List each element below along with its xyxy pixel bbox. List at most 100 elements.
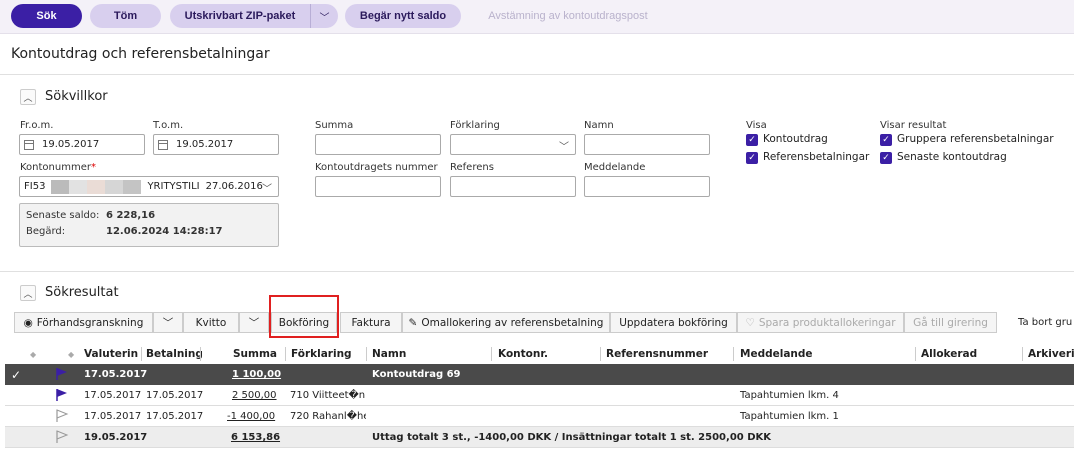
requested-value: 12.06.2024 14:28:17 [106, 226, 223, 237]
amount-input[interactable] [315, 134, 441, 155]
cell-paydate: 17.05.2017 [146, 390, 204, 401]
reallocate-label: Omallokering av referensbetalning [421, 316, 604, 329]
from-date-input[interactable]: 19.05.2017 [19, 134, 145, 155]
column-amount[interactable]: Summa [233, 344, 277, 364]
column-separator [285, 347, 286, 361]
column-reference-number[interactable]: Referensnummer [606, 344, 708, 364]
show-label: Visa [746, 120, 767, 131]
criteria-section-title: Sökvillkor [45, 89, 108, 104]
amount-label: Summa [315, 120, 354, 131]
column-allocated[interactable]: Allokerad [921, 344, 977, 364]
show-refpayments-checkbox[interactable]: ✓ [746, 152, 758, 164]
name-label: Namn [584, 120, 614, 131]
eye-icon: ◉ [23, 316, 33, 329]
divider [0, 271, 1074, 272]
statement-number-label: Kontoutdragets nummer [315, 162, 438, 173]
chevron-down-icon: ﹀ [262, 184, 272, 195]
reallocate-button[interactable]: ✎ Omallokering av referensbetalning [402, 312, 610, 333]
preview-label: Förhandsgranskning [36, 316, 144, 329]
table-row-summary[interactable]: 19.05.2017 6 153,86 Uttag totalt 3 st., … [5, 427, 1074, 448]
receipt-dropdown-chevron-icon[interactable]: ﹀ [239, 312, 269, 333]
to-date-label: T.o.m. [153, 120, 184, 131]
cell-name: Uttag totalt 3 st., -1400,00 DKK / Insät… [372, 432, 772, 443]
sort-icon[interactable]: ◆ [30, 344, 36, 364]
invoice-button[interactable]: Faktura [340, 312, 402, 333]
statement-number-input[interactable] [315, 176, 441, 197]
to-date-value: 19.05.2017 [176, 139, 234, 150]
request-balance-button[interactable]: Begär nytt saldo [345, 4, 461, 28]
account-name: YRITYSTILI [147, 181, 200, 192]
update-posting-button[interactable]: Uppdatera bokföring [610, 312, 737, 333]
account-label: Kontonummer* [20, 162, 96, 173]
column-separator [491, 347, 492, 361]
group-refpayments-checkbox[interactable]: ✓ [880, 134, 892, 146]
save-allocations-button[interactable]: ♡ Spara produktallokeringar [737, 312, 904, 333]
receipt-button[interactable]: Kvitto [183, 312, 239, 333]
account-prefix: FI53 [24, 181, 46, 192]
show-statement-label: Kontoutdrag [763, 133, 828, 145]
remove-group-button[interactable]: Ta bort gru [1018, 312, 1072, 333]
column-separator [200, 347, 201, 361]
flag-outline-icon[interactable] [55, 409, 69, 423]
column-archiving[interactable]: Arkivering [1028, 344, 1074, 364]
to-date-input[interactable]: 19.05.2017 [153, 134, 279, 155]
calendar-icon[interactable] [24, 139, 34, 150]
reference-input[interactable] [450, 176, 576, 197]
reconcile-button[interactable]: Avstämning av kontoutdragspost [478, 4, 658, 28]
account-date: 27.06.2016 [205, 181, 263, 192]
column-separator [1022, 347, 1023, 361]
masked-account-number [51, 179, 142, 194]
explanation-select[interactable]: ﹀ [450, 134, 576, 155]
preview-button[interactable]: ◉ Förhandsgranskning [14, 312, 153, 333]
column-separator [733, 347, 734, 361]
cell-paydate: 17.05.2017 [146, 411, 204, 422]
save-allocations-label: Spara produktallokeringar [758, 316, 896, 329]
cell-message: Tapahtumien lkm. 4 [740, 390, 839, 401]
column-message[interactable]: Meddelande [740, 344, 813, 364]
name-input[interactable] [584, 134, 710, 155]
table-row[interactable]: ✓ 17.05.2017 1 100,00 Kontoutdrag 69 [5, 364, 1074, 385]
cell-amount[interactable]: 1 100,00 [232, 364, 281, 385]
show-statement-checkbox[interactable]: ✓ [746, 134, 758, 146]
cell-explanation: 710 Viitteet�n s [290, 390, 366, 401]
sort-icon[interactable]: ◆ [68, 344, 74, 364]
preview-dropdown-chevron-icon[interactable]: ﹀ [153, 312, 183, 333]
message-input[interactable] [584, 176, 710, 197]
cell-amount[interactable]: 6 153,86 [231, 427, 280, 448]
column-separator [600, 347, 601, 361]
calendar-icon[interactable] [158, 139, 168, 150]
chevron-down-icon: ﹀ [559, 142, 569, 153]
column-paydate[interactable]: Betalning [146, 344, 203, 364]
flag-icon[interactable] [55, 388, 69, 402]
edit-icon: ✎ [408, 316, 418, 329]
column-separator [141, 347, 142, 361]
column-account-number[interactable]: Kontonr. [498, 344, 548, 364]
latest-statement-checkbox[interactable]: ✓ [880, 152, 892, 164]
highlight-box [269, 295, 339, 338]
collapse-criteria-chevron-icon[interactable]: ︿ [20, 89, 36, 105]
goto-giro-button[interactable]: Gå till girering [904, 312, 997, 333]
cell-valuedate: 17.05.2017 [84, 390, 142, 401]
flag-outline-icon[interactable] [55, 430, 69, 444]
message-label: Meddelande [584, 162, 646, 173]
zip-package-button[interactable]: Utskrivbart ZIP-paket [170, 4, 310, 28]
collapse-results-chevron-icon[interactable]: ︿ [20, 285, 36, 301]
cell-valuedate: 17.05.2017 [84, 411, 142, 422]
top-action-bar: Sök Töm Utskrivbart ZIP-paket ﹀ Begär ny… [0, 0, 1074, 34]
column-valuedate[interactable]: Valuterin [84, 344, 138, 364]
clear-button[interactable]: Töm [90, 4, 161, 28]
table-row[interactable]: 17.05.2017 17.05.2017 -1 400,00 720 Raha… [5, 406, 1074, 427]
latest-balance-value: 6 228,16 [106, 210, 156, 221]
heart-icon: ♡ [745, 316, 755, 329]
page-title: Kontoutdrag och referensbetalningar [11, 46, 270, 62]
balance-info-box: Senaste saldo: 6 228,16 Begärd: 12.06.20… [19, 203, 279, 247]
zip-dropdown-chevron-icon[interactable]: ﹀ [310, 4, 338, 28]
cell-amount[interactable]: 2 500,00 [232, 385, 277, 406]
account-select[interactable]: FI53 YRITYSTILI 27.06.2016 ﹀ [19, 176, 279, 197]
search-button[interactable]: Sök [11, 4, 82, 28]
flag-icon[interactable] [55, 367, 69, 381]
column-name[interactable]: Namn [372, 344, 406, 364]
table-row[interactable]: 17.05.2017 17.05.2017 2 500,00 710 Viitt… [5, 385, 1074, 406]
cell-amount[interactable]: -1 400,00 [227, 406, 275, 427]
column-explanation[interactable]: Förklaring [291, 344, 352, 364]
